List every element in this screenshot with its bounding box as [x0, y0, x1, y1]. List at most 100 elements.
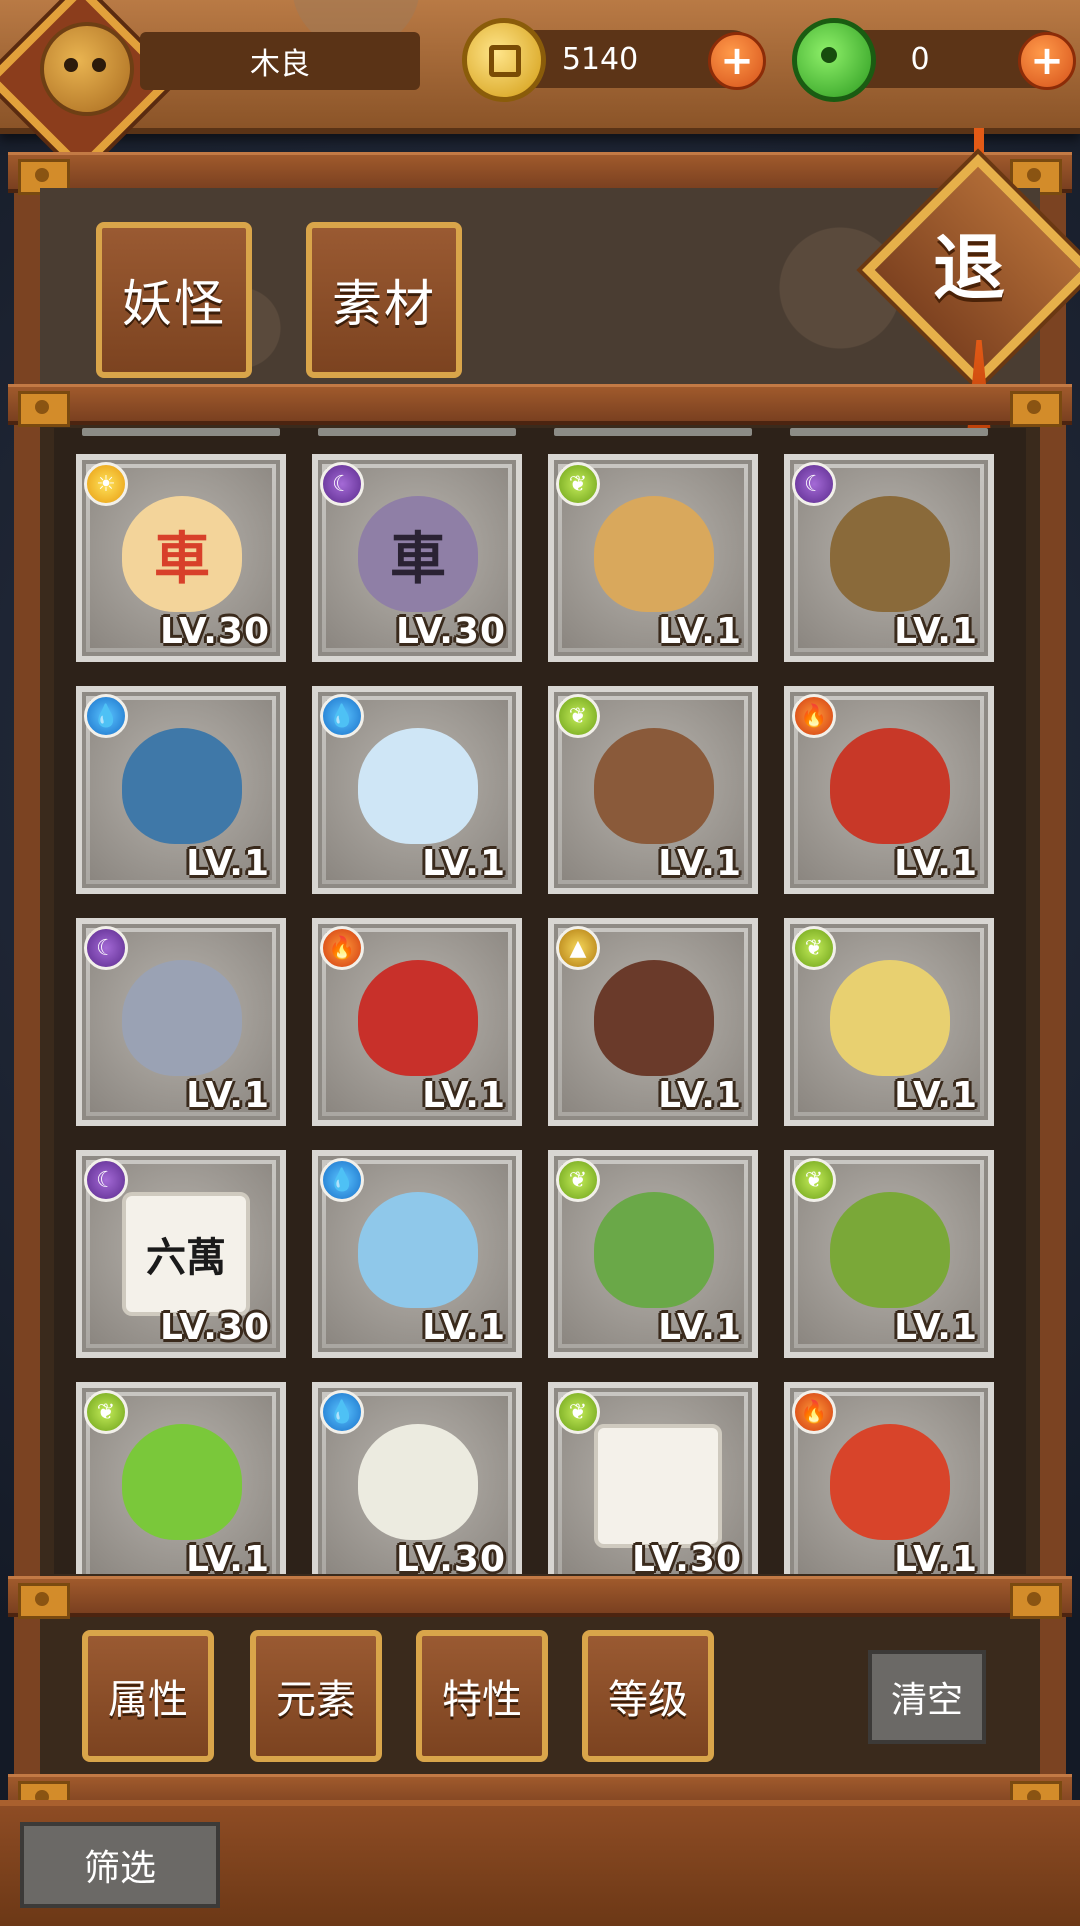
yokai-card[interactable]: 💧 LV.1 [76, 686, 286, 894]
mud-creatures-icon [594, 960, 714, 1076]
yokai-card[interactable]: ▲ LV.1 [548, 918, 758, 1126]
jade-currency: 0 + [792, 18, 1076, 102]
chess-chariot-purple-icon: 車 [358, 496, 478, 612]
fire-element-icon: 🔥 [320, 926, 364, 970]
yokai-card[interactable]: ❦ LV.1 [784, 1150, 994, 1358]
card-level: LV.30 [396, 1539, 506, 1574]
fish-icon [122, 960, 242, 1076]
add-jade-button[interactable]: + [1018, 32, 1076, 90]
card-level: LV.30 [160, 1307, 270, 1348]
cabinet-beam-top [8, 152, 1072, 195]
shelf-edge [82, 428, 280, 436]
card-level: LV.1 [422, 1075, 506, 1116]
water-element-icon: 💧 [320, 1390, 364, 1434]
exit-label[interactable]: 退 [896, 188, 1042, 334]
yokai-card[interactable]: 🔥 LV.1 [784, 1382, 994, 1574]
yokai-card[interactable]: 💧 LV.1 [312, 1150, 522, 1358]
drum-spirit-icon [830, 1424, 950, 1540]
yokai-card[interactable]: ❦ LV.1 [548, 1150, 758, 1358]
yokai-card[interactable]: 車 ☾ LV.30 [312, 454, 522, 662]
leaf-element-icon: ❦ [792, 1158, 836, 1202]
leaf-element-icon: ❦ [556, 462, 600, 506]
leaf-element-icon: ❦ [556, 694, 600, 738]
cloud-spirit-icon [358, 728, 478, 844]
water-vase-icon [358, 1192, 478, 1308]
earth-element-icon: ▲ [556, 926, 600, 970]
card-level: LV.1 [422, 1307, 506, 1348]
card-level: LV.1 [894, 1307, 978, 1348]
mahjong-tile-six-icon: 六萬 [122, 1192, 250, 1316]
jade-coin-icon [792, 18, 876, 102]
card-level: LV.30 [632, 1539, 742, 1574]
leaf-element-icon: ❦ [556, 1390, 600, 1434]
radish-spirit-icon [358, 1424, 478, 1540]
cabinet-beam-lower [8, 1576, 1072, 1619]
water-element-icon: 💧 [320, 694, 364, 738]
yokai-card[interactable]: ❦ LV.30 [548, 1382, 758, 1574]
fire-element-icon: 🔥 [792, 694, 836, 738]
leaf-element-icon: ❦ [556, 1158, 600, 1202]
filter-attribute-button[interactable]: 属性 [82, 1630, 214, 1762]
red-coral-icon [358, 960, 478, 1076]
card-level: LV.1 [894, 1539, 978, 1574]
yokai-card[interactable]: ❦ LV.1 [76, 1382, 286, 1574]
card-level: LV.1 [186, 843, 270, 884]
water-element-icon: 💧 [84, 694, 128, 738]
yokai-grid[interactable]: 車 ☀ LV.30 車 ☾ LV.30 ❦ LV.1 ☾ LV.1 💧 LV.1 💧 LV.1 ❦ LV.1 🔥… [54, 428, 1026, 1574]
shelf-edge [554, 428, 752, 436]
chess-chariot-red-icon: 車 [122, 496, 242, 612]
gold-coin-icon [462, 18, 546, 102]
card-level: LV.1 [894, 843, 978, 884]
card-level: LV.1 [186, 1539, 270, 1574]
moon-element-icon: ☾ [320, 462, 364, 506]
screen-button[interactable]: 筛选 [20, 1822, 220, 1908]
bolt-icon [1010, 391, 1062, 427]
player-name: 木良 [140, 32, 420, 90]
yokai-card[interactable]: 💧 LV.1 [312, 686, 522, 894]
leaf-element-icon: ❦ [792, 926, 836, 970]
filter-trait-button[interactable]: 特性 [416, 1630, 548, 1762]
twin-spirits-icon [830, 960, 950, 1076]
yokai-card[interactable]: ❦ LV.1 [548, 454, 758, 662]
yokai-card[interactable]: 🔥 LV.1 [312, 918, 522, 1126]
yokai-card[interactable]: 💧 LV.30 [312, 1382, 522, 1574]
blue-warrior-icon [122, 728, 242, 844]
yokai-card[interactable]: ❦ LV.1 [784, 918, 994, 1126]
clear-button[interactable]: 清空 [868, 1650, 986, 1744]
gold-currency: 5140 + [462, 18, 766, 102]
tab-yokai[interactable]: 妖怪 [96, 222, 252, 378]
filter-level-button[interactable]: 等级 [582, 1630, 714, 1762]
red-hair-spirit-icon [830, 728, 950, 844]
shelf-edge [790, 428, 988, 436]
green-fruit-icon [122, 1424, 242, 1540]
leek-wizard-icon [594, 1192, 714, 1308]
shelf-edge [318, 428, 516, 436]
top-bar: 木良 5140 + 0 + [0, 0, 1080, 174]
card-level: LV.1 [658, 611, 742, 652]
sun-element-icon: ☀ [84, 462, 128, 506]
bolt-icon [18, 391, 70, 427]
card-level: LV.1 [658, 1307, 742, 1348]
water-element-icon: 💧 [320, 1158, 364, 1202]
yokai-card[interactable]: 六萬 ☾ LV.30 [76, 1150, 286, 1358]
cabinet-beam-middle [8, 384, 1072, 427]
card-level: LV.1 [658, 1075, 742, 1116]
tab-materials[interactable]: 素材 [306, 222, 462, 378]
yokai-card[interactable]: ❦ LV.1 [548, 686, 758, 894]
yokai-card[interactable]: ☾ LV.1 [784, 454, 994, 662]
card-level: LV.30 [396, 611, 506, 652]
wooden-doll-icon [594, 496, 714, 612]
card-level: LV.1 [894, 611, 978, 652]
mahjong-tile-dots-icon [594, 1424, 722, 1548]
filter-element-button[interactable]: 元素 [250, 1630, 382, 1762]
moon-element-icon: ☾ [84, 1158, 128, 1202]
bamboo-scroll-icon [830, 1192, 950, 1308]
add-gold-button[interactable]: + [708, 32, 766, 90]
yokai-card[interactable]: 🔥 LV.1 [784, 686, 994, 894]
avatar-eye-right [92, 58, 106, 72]
yokai-card[interactable]: 車 ☀ LV.30 [76, 454, 286, 662]
avatar[interactable] [40, 22, 134, 116]
yokai-card[interactable]: ☾ LV.1 [76, 918, 286, 1126]
moon-element-icon: ☾ [84, 926, 128, 970]
card-level: LV.1 [422, 843, 506, 884]
